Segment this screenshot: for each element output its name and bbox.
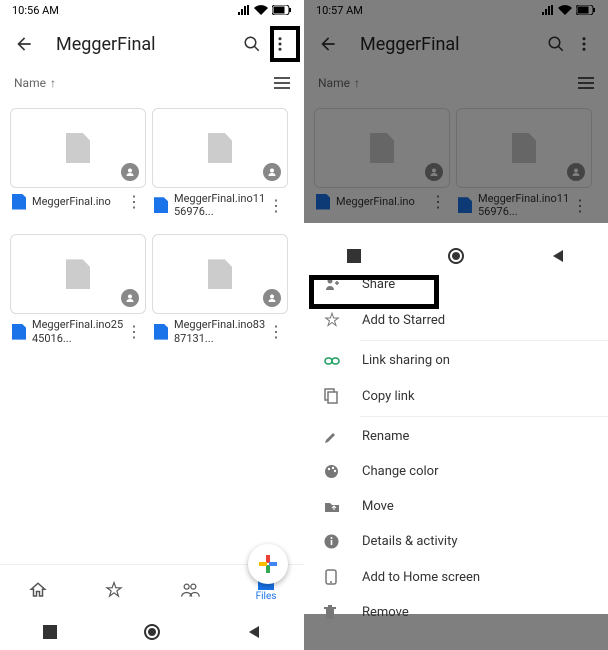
sort-bar: Name ↑: [0, 68, 304, 98]
file-thumbnail[interactable]: [10, 108, 146, 188]
rename-icon: [324, 430, 344, 444]
divider: [360, 416, 608, 417]
back-nav-button[interactable]: [247, 625, 261, 639]
highlight-share-item: [309, 275, 439, 309]
battery-icon: [272, 5, 292, 15]
palette-icon: [324, 464, 344, 479]
tab-home[interactable]: [0, 565, 76, 614]
file-more-button[interactable]: ⋮: [266, 196, 286, 215]
file-name: MeggerFinal.ino1156976...: [174, 192, 266, 218]
document-icon: [208, 133, 232, 163]
menu-label: Add to Home screen: [362, 570, 480, 585]
menu-label: Rename: [362, 429, 409, 444]
file-type-icon: [12, 194, 26, 210]
menu-label: Change color: [362, 464, 439, 479]
back-button[interactable]: [10, 30, 38, 58]
system-nav: [304, 238, 608, 274]
shared-badge-icon: [121, 289, 139, 307]
right-phone: 10:57 AM MeggerFinal Name ↑: [304, 0, 608, 650]
highlight-more-button: [270, 26, 300, 62]
file-item[interactable]: MeggerFinal.ino8387131... ⋮: [152, 234, 288, 348]
system-nav: [0, 614, 304, 650]
tab-files-label: Files: [256, 591, 277, 602]
home-button[interactable]: [448, 248, 464, 264]
shared-badge-icon: [263, 289, 281, 307]
shared-badge-icon: [263, 163, 281, 181]
search-button[interactable]: [238, 30, 266, 58]
back-nav-button[interactable]: [551, 249, 565, 263]
status-bar: 10:56 AM: [0, 0, 304, 20]
tab-shared[interactable]: [152, 565, 228, 614]
status-icons: [238, 5, 292, 15]
status-time: 10:56 AM: [12, 4, 59, 17]
file-name: MeggerFinal.ino2545016...: [32, 318, 124, 344]
move-icon: [324, 501, 344, 513]
file-grid: MeggerFinal.ino ⋮ MeggerFinal.ino1156976…: [0, 98, 304, 365]
file-type-icon: [154, 324, 168, 340]
app-bar: MeggerFinal: [0, 20, 304, 68]
menu-item-info[interactable]: Details & activity: [304, 524, 608, 559]
menu-label: Move: [362, 499, 394, 514]
file-more-button[interactable]: ⋮: [124, 322, 144, 341]
document-icon: [66, 133, 90, 163]
menu-item-copy[interactable]: Copy link: [304, 378, 608, 414]
copy-icon: [324, 388, 344, 404]
sort-arrow-icon[interactable]: ↑: [50, 76, 56, 90]
home-button[interactable]: [144, 624, 160, 640]
wifi-icon: [254, 5, 268, 15]
menu-item-link[interactable]: Link sharing on: [304, 343, 608, 378]
file-name: MeggerFinal.ino: [32, 195, 124, 208]
menu-item-trash[interactable]: Remove: [304, 595, 608, 630]
info-icon: [324, 534, 344, 549]
file-item[interactable]: MeggerFinal.ino1156976... ⋮: [152, 108, 288, 222]
menu-item-move[interactable]: Move: [304, 489, 608, 524]
file-thumbnail[interactable]: [10, 234, 146, 314]
link-icon: [324, 356, 344, 366]
file-item[interactable]: MeggerFinal.ino2545016... ⋮: [10, 234, 146, 348]
file-more-button[interactable]: ⋮: [124, 192, 144, 211]
recent-button[interactable]: [43, 625, 57, 639]
left-phone: 10:56 AM MeggerFinal Name ↑: [0, 0, 304, 650]
menu-label: Copy link: [362, 389, 415, 404]
menu-item-rename[interactable]: Rename: [304, 419, 608, 454]
file-name: MeggerFinal.ino8387131...: [174, 318, 266, 344]
recent-button[interactable]: [347, 249, 361, 263]
file-more-button[interactable]: ⋮: [266, 322, 286, 341]
file-item[interactable]: MeggerFinal.ino ⋮: [10, 108, 146, 222]
fab-create-button[interactable]: [248, 544, 288, 584]
document-icon: [208, 259, 232, 289]
document-icon: [66, 259, 90, 289]
star-icon: [324, 312, 344, 328]
menu-item-palette[interactable]: Change color: [304, 454, 608, 489]
file-type-icon: [154, 197, 168, 213]
menu-label: Remove: [362, 605, 409, 620]
view-toggle-button[interactable]: [274, 76, 290, 90]
menu-item-home[interactable]: Add to Home screen: [304, 559, 608, 595]
menu-label: Details & activity: [362, 534, 457, 549]
menu-label: Add to Starred: [362, 313, 445, 328]
page-title: MeggerFinal: [56, 34, 238, 55]
file-type-icon: [12, 324, 26, 340]
divider: [360, 340, 608, 341]
tab-starred[interactable]: [76, 565, 152, 614]
home-icon: [324, 569, 344, 585]
sort-label[interactable]: Name: [14, 76, 46, 90]
signal-icon: [238, 5, 250, 15]
file-thumbnail[interactable]: [152, 108, 288, 188]
menu-label: Link sharing on: [362, 353, 450, 368]
file-thumbnail[interactable]: [152, 234, 288, 314]
shared-badge-icon: [121, 163, 139, 181]
trash-icon: [324, 605, 344, 620]
